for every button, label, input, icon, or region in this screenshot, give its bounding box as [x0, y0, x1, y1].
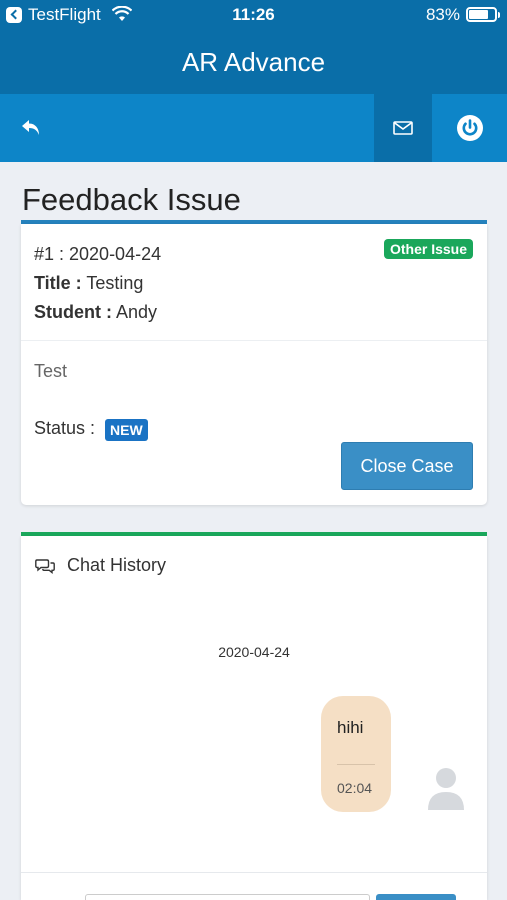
power-icon	[456, 115, 483, 141]
mail-button[interactable]	[374, 94, 432, 162]
issue-description: Test	[34, 361, 68, 381]
message-input[interactable]	[85, 894, 370, 900]
issue-title-value: Testing	[86, 273, 144, 293]
toolbar	[0, 94, 507, 162]
issue-type-badge: Other Issue	[383, 239, 473, 259]
back-button[interactable]	[0, 94, 64, 162]
app-title: AR Advance	[0, 30, 507, 94]
chat-history-header: Chat History	[35, 555, 166, 576]
reply-arrow-icon	[22, 120, 39, 135]
case-number: #1 : 2020-04-24	[34, 244, 162, 264]
message-time: 02:04	[337, 780, 373, 796]
status-label: Status :	[34, 418, 96, 438]
chat-footer-divider	[21, 872, 487, 873]
logout-button[interactable]	[432, 94, 507, 162]
issue-student-value: Andy	[116, 302, 158, 322]
envelope-icon	[393, 121, 413, 135]
message-text: hihi	[337, 718, 364, 737]
message-separator	[337, 764, 375, 765]
issue-card: #1 : 2020-04-24 Other Issue Title : Test…	[21, 224, 487, 505]
chat-date: 2020-04-24	[218, 644, 290, 660]
issue-student-label: Student :	[34, 302, 112, 322]
card-divider	[21, 340, 487, 341]
close-case-button[interactable]: Close Case	[341, 442, 473, 490]
page-title: Feedback Issue	[22, 182, 241, 217]
issue-title-row: Title : Testing	[34, 273, 143, 294]
battery-icon	[466, 7, 500, 22]
avatar	[428, 768, 464, 810]
issue-student-row: Student : Andy	[34, 302, 157, 323]
send-button[interactable]	[376, 894, 456, 900]
comments-icon	[35, 558, 55, 574]
message-bubble: hihi 02:04	[321, 696, 391, 812]
chat-history-card: Chat History 2020-04-24 hihi 02:04	[21, 536, 487, 900]
chat-history-title: Chat History	[67, 555, 167, 575]
status-badge: NEW	[105, 419, 148, 441]
status-bar: TestFlight 11:26 83%	[0, 0, 507, 30]
battery-percent: 83%	[425, 5, 460, 24]
issue-title-label: Title :	[34, 273, 82, 293]
